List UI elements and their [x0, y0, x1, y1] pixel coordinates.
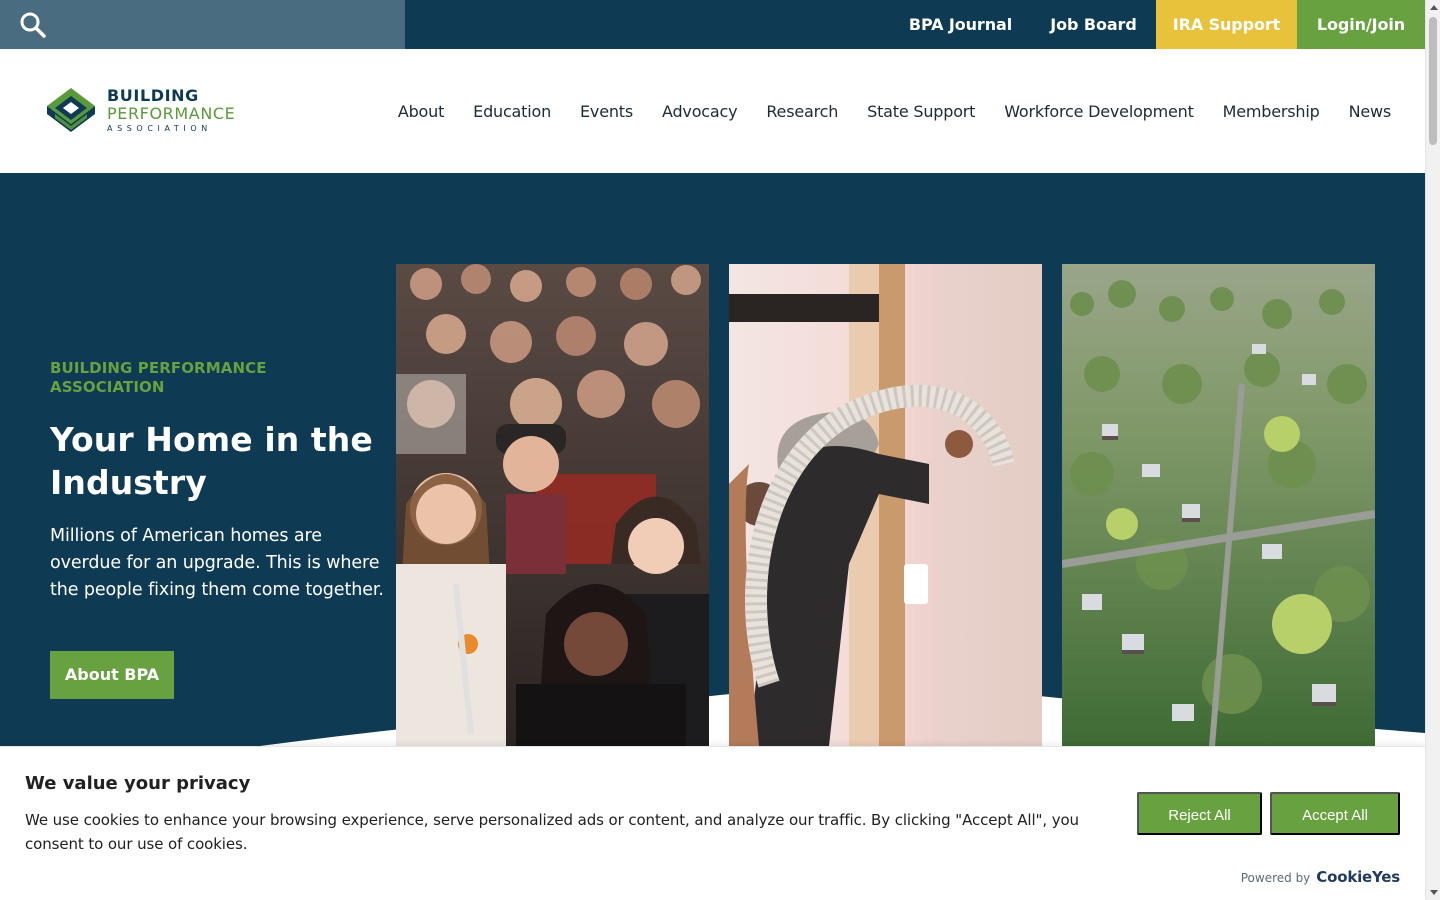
login-join-link[interactable]: Login/Join — [1297, 0, 1425, 49]
nav-item-education[interactable]: Education — [473, 102, 551, 121]
search-box[interactable] — [0, 0, 405, 49]
main-nav: About Education Events Advocacy Research… — [398, 49, 1391, 173]
cookie-consent-banner: We value your privacy We use cookies to … — [0, 746, 1425, 900]
logo-line-2: PERFORMANCE — [107, 104, 236, 123]
nav-item-about[interactable]: About — [398, 102, 445, 121]
reject-all-button[interactable]: Reject All — [1137, 792, 1262, 835]
nav-item-advocacy[interactable]: Advocacy — [662, 102, 738, 121]
conference-crowd-photo — [396, 264, 709, 746]
hero-title: Your Home in the Industry — [50, 420, 373, 502]
bpa-journal-link[interactable]: BPA Journal — [900, 0, 1021, 49]
hero-eyebrow: BUILDING PERFORMANCE ASSOCIATION — [50, 359, 267, 396]
scroll-up-arrow-icon[interactable] — [1430, 5, 1438, 10]
cookieyes-brand: CookieYes — [1316, 868, 1400, 886]
nav-item-workforce-development[interactable]: Workforce Development — [1004, 102, 1194, 121]
ira-support-link[interactable]: IRA Support — [1156, 0, 1297, 49]
hero-section: BUILDING PERFORMANCE ASSOCIATION Your Ho… — [0, 173, 1425, 746]
nav-item-news[interactable]: News — [1349, 102, 1392, 121]
powered-by-label: Powered by — [1240, 871, 1311, 885]
accept-all-button[interactable]: Accept All — [1270, 792, 1400, 835]
logo-wordmark: BUILDING PERFORMANCE ASSOCIATION — [107, 87, 235, 135]
logo-line-1: BUILDING — [107, 86, 199, 105]
scroll-thumb[interactable] — [1429, 17, 1437, 145]
powered-by-cookieyes[interactable]: Powered by CookieYes — [1241, 868, 1400, 886]
scroll-down-arrow-icon[interactable] — [1430, 890, 1438, 895]
utility-bar: BPA Journal Job Board IRA Support Login/… — [0, 0, 1425, 49]
nav-item-state-support[interactable]: State Support — [867, 102, 975, 121]
cookie-description: We use cookies to enhance your browsing … — [25, 811, 1079, 853]
hero-description: Millions of American homes are overdue f… — [50, 526, 384, 600]
logo-line-3: ASSOCIATION — [107, 124, 212, 133]
aerial-neighborhood-photo — [1062, 264, 1375, 746]
page-scrollbar[interactable] — [1425, 0, 1440, 900]
about-bpa-button[interactable]: About BPA — [50, 651, 174, 699]
job-board-link[interactable]: Job Board — [1040, 0, 1147, 49]
cookie-title: We value your privacy — [25, 773, 251, 794]
search-icon[interactable] — [19, 11, 47, 39]
site-header: BUILDING PERFORMANCE ASSOCIATION About E… — [0, 49, 1425, 173]
logo-mark-icon — [47, 88, 95, 132]
nav-item-events[interactable]: Events — [580, 102, 633, 121]
nav-item-membership[interactable]: Membership — [1223, 102, 1320, 121]
insulation-installer-photo — [729, 264, 1042, 746]
bpa-logo[interactable]: BUILDING PERFORMANCE ASSOCIATION — [45, 86, 255, 138]
nav-item-research[interactable]: Research — [766, 102, 838, 121]
